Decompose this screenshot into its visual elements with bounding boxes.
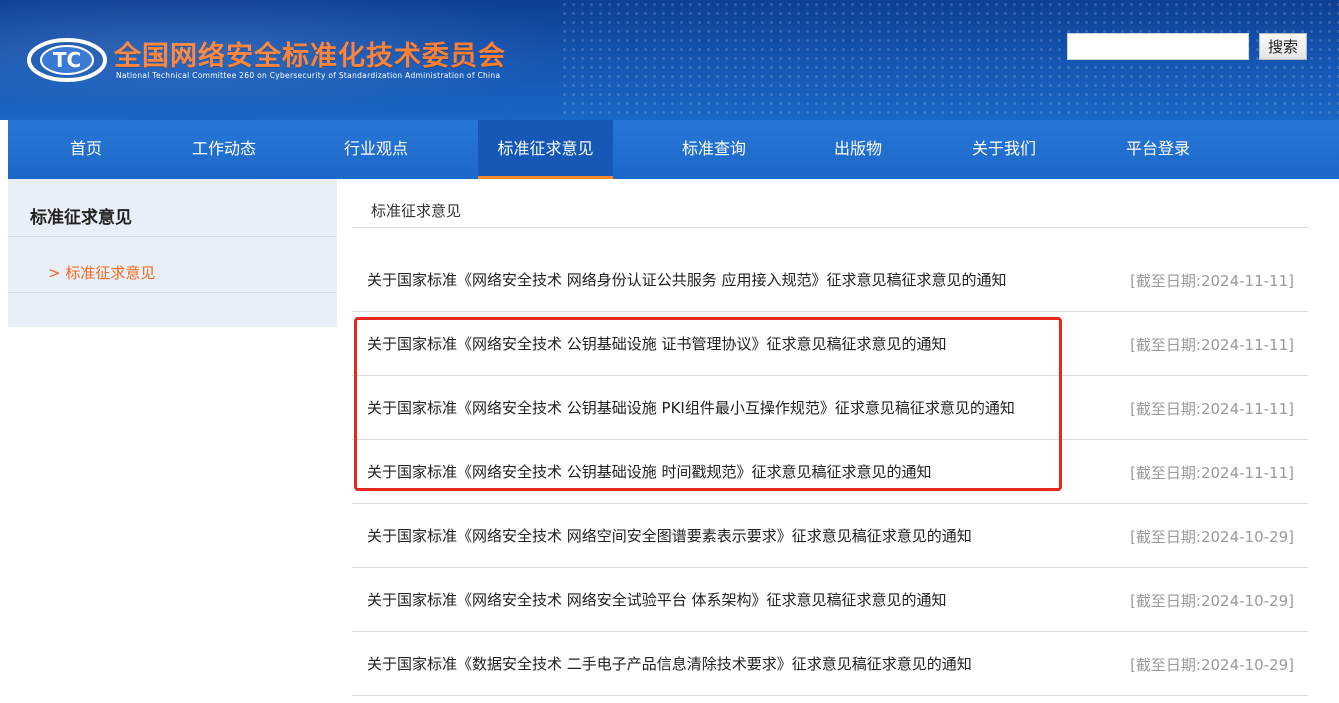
site-subtitle: National Technical Committee 260 on Cybe… [116, 71, 501, 80]
list-heading: 标准征求意见 [371, 202, 462, 220]
notice-list: 标准征求意见 关于国家标准《网络安全技术 网络身份认证公共服务 应用接入规范》征… [352, 179, 1308, 703]
notice-deadline: [截至日期:2024-10-29] [1130, 528, 1294, 546]
list-item: 关于国家标准《数据安全技术 二手电子产品信息清除技术要求》征求意见稿征求意见的通… [352, 632, 1308, 696]
nav-item-about-us[interactable]: 关于我们 [954, 120, 1054, 179]
nav-item-industry-views[interactable]: 行业观点 [326, 120, 426, 179]
notice-link[interactable]: 关于国家标准《网络安全技术 网络身份认证公共服务 应用接入规范》征求意见稿征求意… [367, 248, 1007, 312]
sidebar: 标准征求意见 > 标准征求意见 [8, 179, 337, 327]
notice-deadline: [截至日期:2024-11-11] [1130, 272, 1294, 290]
heading-divider [352, 227, 1308, 228]
notice-deadline: [截至日期:2024-11-11] [1130, 336, 1294, 354]
notice-deadline: [截至日期:2024-11-11] [1130, 464, 1294, 482]
notice-deadline: [截至日期:2024-10-29] [1130, 592, 1294, 610]
notice-link[interactable]: 关于国家标准《网络安全技术 公钥基础设施 时间戳规范》征求意见稿征求意见的通知 [367, 440, 932, 504]
list-item: 关于国家标准《网络安全技术 网络空间安全图谱要素表示要求》征求意见稿征求意见的通… [352, 504, 1308, 568]
sidebar-divider [8, 236, 337, 237]
notice-link[interactable]: 关于国家标准《数据安全技术 二手电子产品信息清除技术要求》征求意见稿征求意见的通… [367, 632, 972, 696]
notice-link[interactable]: 关于国家标准《网络安全技术 公钥基础设施 PKI组件最小互操作规范》征求意见稿征… [367, 376, 1015, 440]
nav-item-work-news[interactable]: 工作动态 [174, 120, 274, 179]
notice-link[interactable]: 关于国家标准《网络安全技术 网络空间安全图谱要素表示要求》征求意见稿征求意见的通… [367, 504, 972, 568]
list-item: 关于国家标准《网络安全技术 网络安全试验平台 体系架构》征求意见稿征求意见的通知… [352, 568, 1308, 632]
tc-logo-icon[interactable]: TC [26, 36, 108, 84]
notice-link[interactable]: 关于国家标准《网络安全技术 网络安全试验平台 体系架构》征求意见稿征求意见的通知 [367, 568, 947, 632]
notice-link[interactable]: 关于国家标准《网络安全技术 公钥基础设施 证书管理协议》征求意见稿征求意见的通知 [367, 312, 947, 376]
sidebar-title: 标准征求意见 [30, 208, 132, 228]
site-header: TC 全国网络安全标准化技术委员会 National Technical Com… [0, 0, 1339, 120]
nav-item-standard-comments[interactable]: 标准征求意见 [478, 120, 613, 179]
notice-deadline: [截至日期:2024-10-29] [1130, 656, 1294, 674]
nav-item-home[interactable]: 首页 [46, 120, 126, 179]
logo-text: TC [53, 48, 81, 72]
nav-item-publications[interactable]: 出版物 [818, 120, 898, 179]
search-input[interactable] [1067, 33, 1249, 60]
nav-item-platform-login[interactable]: 平台登录 [1108, 120, 1208, 179]
search-button[interactable]: 搜索 [1259, 33, 1307, 60]
notice-deadline: [截至日期:2024-11-11] [1130, 400, 1294, 418]
main-nav: 首页 工作动态 行业观点 标准征求意见 标准查询 出版物 关于我们 平台登录 [8, 120, 1339, 179]
list-item: 关于国家标准《网络安全技术 网络身份认证公共服务 应用接入规范》征求意见稿征求意… [352, 248, 1308, 312]
site-title[interactable]: 全国网络安全标准化技术委员会 [114, 34, 506, 73]
nav-item-standard-query[interactable]: 标准查询 [664, 120, 764, 179]
list-item: 关于国家标准《网络安全技术 公钥基础设施 时间戳规范》征求意见稿征求意见的通知 … [352, 440, 1308, 504]
list-item: 关于国家标准《网络安全技术 公钥基础设施 证书管理协议》征求意见稿征求意见的通知… [352, 312, 1308, 376]
list-item: 关于国家标准《网络安全技术 公钥基础设施 PKI组件最小互操作规范》征求意见稿征… [352, 376, 1308, 440]
sidebar-divider [8, 292, 337, 293]
sidebar-item-standard-comments[interactable]: > 标准征求意见 [48, 262, 155, 283]
